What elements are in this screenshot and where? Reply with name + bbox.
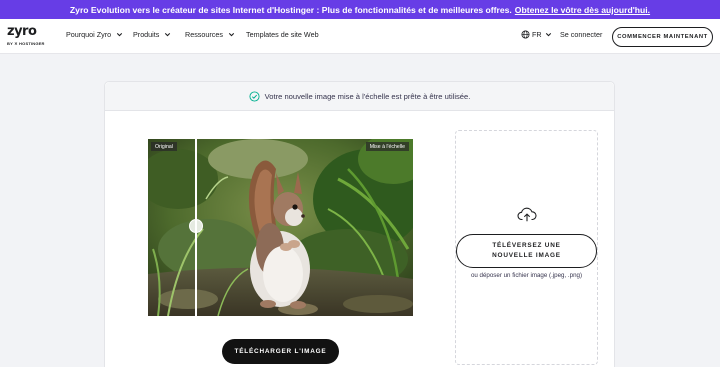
chevron-down-icon: [165, 33, 171, 37]
login-link[interactable]: Se connecter: [560, 30, 602, 39]
squirrel-photo: [148, 139, 413, 316]
nav-pourquoi-label: Pourquoi Zyro: [66, 30, 112, 39]
promo-banner-link[interactable]: Obtenez le vôtre dès aujourd'hui.: [515, 5, 650, 15]
promo-banner-text: Zyro Evolution vers le créateur de sites…: [69, 4, 512, 15]
image-comparison[interactable]: Original Mise à l'échelle: [148, 139, 413, 316]
success-message: Votre nouvelle image mise à l'échelle es…: [264, 91, 471, 101]
start-now-button[interactable]: COMMENCER MAINTENANT: [612, 27, 713, 47]
chevron-down-icon: [228, 33, 235, 37]
success-bar: Votre nouvelle image mise à l'échelle es…: [105, 82, 614, 111]
upload-hint: ou déposer un fichier image (.jpeg, .png…: [470, 272, 583, 279]
nav-ressources[interactable]: Ressources: [185, 30, 236, 39]
zyro-logo[interactable]: zyro BY ✕ HOSTINGER: [7, 24, 47, 48]
nav-templates[interactable]: Templates de site Web: [246, 30, 319, 39]
download-image-button[interactable]: TÉLÉCHARGER L'IMAGE: [222, 339, 339, 364]
upload-new-image-button[interactable]: TÉLÉVERSEZ UNE NOUVELLE IMAGE: [456, 234, 597, 268]
comparison-slider-handle[interactable]: [189, 219, 203, 233]
top-navigation: zyro BY ✕ HOSTINGER Pourquoi Zyro Produi…: [0, 19, 720, 54]
cloud-upload-icon: [517, 207, 537, 222]
check-circle-icon: [249, 90, 260, 102]
language-label: FR: [532, 30, 542, 39]
nav-pourquoi-zyro[interactable]: Pourquoi Zyro: [66, 30, 124, 39]
upscaled-label: Mise à l'échelle: [365, 142, 409, 151]
upload-dropzone[interactable]: TÉLÉVERSEZ UNE NOUVELLE IMAGE ou déposer…: [455, 130, 598, 365]
promo-banner: Zyro Evolution vers le créateur de sites…: [0, 0, 720, 19]
logo-wordmark: zyro: [7, 24, 37, 39]
language-selector[interactable]: FR: [521, 30, 553, 39]
logo-byline: BY ✕ HOSTINGER: [7, 41, 45, 46]
chevron-down-icon: [545, 33, 551, 37]
nav-ressources-label: Ressources: [185, 30, 223, 39]
chevron-down-icon: [117, 33, 123, 37]
nav-produits[interactable]: Produits: [133, 30, 172, 39]
globe-icon: [521, 30, 530, 39]
nav-templates-label: Templates de site Web: [246, 30, 319, 39]
upscaler-card: Votre nouvelle image mise à l'échelle es…: [104, 81, 615, 367]
nav-produits-label: Produits: [133, 30, 160, 39]
login-label: Se connecter: [560, 30, 603, 39]
original-label: Original: [151, 142, 177, 151]
